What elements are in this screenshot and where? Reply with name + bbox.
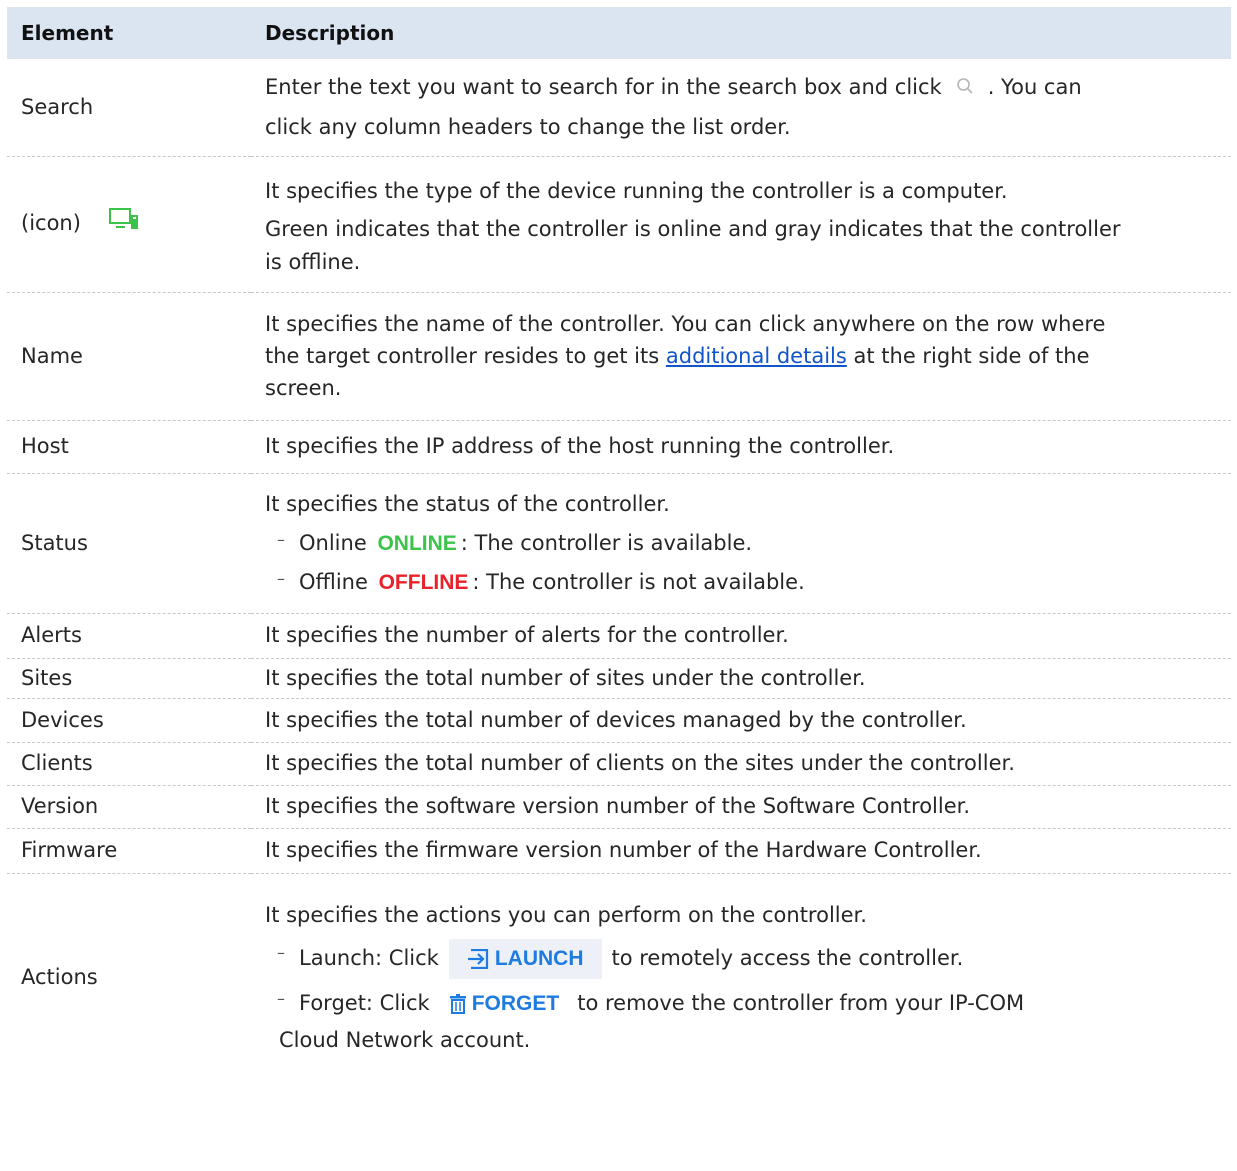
element-cell: Search <box>7 59 251 157</box>
table-row-devices: Devices It specifies the total number of… <box>7 698 1231 743</box>
table-header-row: Element Description <box>7 7 1231 59</box>
table-row-actions: Actions It specifies the actions you can… <box>7 873 1231 1081</box>
table-row-version: Version It specifies the software versio… <box>7 785 1231 829</box>
description-cell: It specifies the type of the device runn… <box>251 156 1231 293</box>
desc-line: It specifies the type of the device runn… <box>265 178 1008 203</box>
trash-icon <box>449 993 466 1014</box>
header-element: Element <box>7 7 251 59</box>
launch-button[interactable]: LAUNCH <box>448 938 602 979</box>
desc-line: click any column headers to change the l… <box>265 114 791 139</box>
forget-item: Forget: ClickFORGETto remove the control… <box>265 981 1217 1058</box>
description-cell: It specifies the total number of clients… <box>251 742 1231 786</box>
desc-line: screen. <box>265 376 342 400</box>
element-cell: Alerts <box>7 613 251 659</box>
element-cell: (icon) <box>7 156 251 293</box>
element-cell: Firmware <box>7 828 251 874</box>
table-row-name: Name It specifies the name of the contro… <box>7 292 1231 421</box>
description-cell: It specifies the actions you can perform… <box>251 873 1231 1081</box>
table-row-sites: Sites It specifies the total number of s… <box>7 658 1231 699</box>
desc-line: Enter the text you want to search for in… <box>265 68 1217 108</box>
table-row-search: Search Enter the text you want to search… <box>7 59 1231 157</box>
offline-status-badge: OFFLINE <box>378 570 469 594</box>
description-cell: Enter the text you want to search for in… <box>251 59 1231 157</box>
description-cell: It specifies the total number of sites u… <box>251 658 1231 699</box>
element-cell: Actions <box>21 964 98 989</box>
forget-button[interactable]: FORGET <box>448 986 559 1022</box>
element-cell: Host <box>7 420 251 474</box>
element-cell: Sites <box>7 658 251 699</box>
element-cell: Status <box>7 473 251 614</box>
header-description: Description <box>251 7 1231 59</box>
desc-line: is offline. <box>265 249 361 274</box>
description-cell: It specifies the firmware version number… <box>251 828 1231 874</box>
additional-details-link[interactable]: additional details <box>666 344 847 368</box>
element-description-table: Element Description Search Enter the tex… <box>7 7 1231 1081</box>
table-row-status: Status It specifies the status of the co… <box>7 473 1231 614</box>
desc-line: It specifies the actions you can perform… <box>265 902 867 927</box>
computer-icon <box>108 205 139 244</box>
desc-line: Green indicates that the controller is o… <box>265 216 1121 241</box>
search-icon <box>956 69 974 108</box>
desc-line: It specifies the status of the controlle… <box>265 491 670 516</box>
table-row-clients: Clients It specifies the total number of… <box>7 742 1231 786</box>
table-row-firmware: Firmware It specifies the firmware versi… <box>7 828 1231 874</box>
description-cell: It specifies the IP address of the host … <box>251 420 1231 474</box>
description-cell: It specifies the number of alerts for th… <box>251 613 1231 659</box>
table-row-host: Host It specifies the IP address of the … <box>7 420 1231 474</box>
status-offline-item: Offline OFFLINE: The controller is not a… <box>265 559 1217 602</box>
description-cell: It specifies the software version number… <box>251 785 1231 829</box>
desc-line: the target controller resides to get its… <box>265 344 1090 368</box>
element-cell: Version <box>7 785 251 829</box>
description-cell: It specifies the status of the controlle… <box>251 473 1231 614</box>
element-cell: Name <box>7 292 251 421</box>
element-cell: Clients <box>7 742 251 786</box>
description-cell: It specifies the name of the controller.… <box>251 292 1231 421</box>
description-cell: It specifies the total number of devices… <box>251 698 1231 743</box>
online-status-badge: ONLINE <box>377 531 457 555</box>
desc-line: It specifies the name of the controller.… <box>265 312 1106 336</box>
table-row-icon: (icon) It specifies the type of the devi… <box>7 156 1231 293</box>
status-online-item: Online ONLINE: The controller is availab… <box>265 520 1217 563</box>
table-row-alerts: Alerts It specifies the number of alerts… <box>7 613 1231 659</box>
element-cell: Devices <box>7 698 251 743</box>
launch-icon <box>467 948 488 969</box>
launch-item: Launch: ClickLAUNCHto remotely access th… <box>265 935 1217 979</box>
